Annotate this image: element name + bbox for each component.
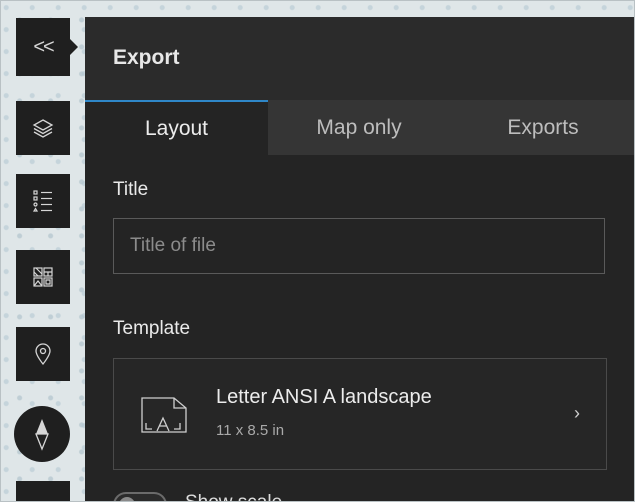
show-scale-toggle[interactable] — [113, 492, 167, 501]
location-button[interactable] — [16, 327, 70, 381]
location-icon — [35, 343, 51, 366]
title-field-label: Title — [113, 179, 149, 200]
toolbar-partial-button[interactable] — [16, 481, 70, 501]
template-selector[interactable]: Letter ANSI A landscape 11 x 8.5 in › — [113, 358, 607, 470]
toggle-knob — [119, 497, 135, 501]
tab-map-only[interactable]: Map only — [268, 100, 450, 155]
tab-exports[interactable]: Exports — [450, 100, 634, 155]
basemap-gallery-icon — [33, 267, 53, 287]
chevron-right-icon: › — [574, 403, 580, 423]
collapse-panel-button[interactable]: << — [16, 18, 78, 76]
tab-layout[interactable]: Layout — [85, 100, 268, 155]
map-view[interactable]: << Export Layout Map only Exports Title … — [0, 0, 635, 502]
template-size: 11 x 8.5 in — [216, 422, 285, 439]
panel-header: Export — [85, 17, 634, 100]
export-panel: Export Layout Map only Exports Title Tem… — [85, 17, 634, 501]
template-label: Template — [113, 318, 191, 339]
legend-icon — [32, 190, 52, 212]
compass-button[interactable] — [14, 406, 70, 462]
template-name: Letter ANSI A landscape — [216, 386, 432, 408]
show-scale-label: Show scale — [185, 492, 282, 501]
title-input[interactable] — [113, 218, 605, 274]
compass-icon — [35, 419, 49, 451]
legend-button[interactable] — [16, 174, 70, 228]
tab-bar: Layout Map only Exports — [85, 100, 634, 155]
collapse-label: << — [33, 35, 54, 58]
basemap-gallery-button[interactable] — [16, 250, 70, 304]
page-template-icon — [141, 397, 187, 433]
layers-button[interactable] — [16, 101, 70, 155]
panel-title: Export — [113, 46, 180, 69]
layers-icon — [32, 119, 54, 138]
